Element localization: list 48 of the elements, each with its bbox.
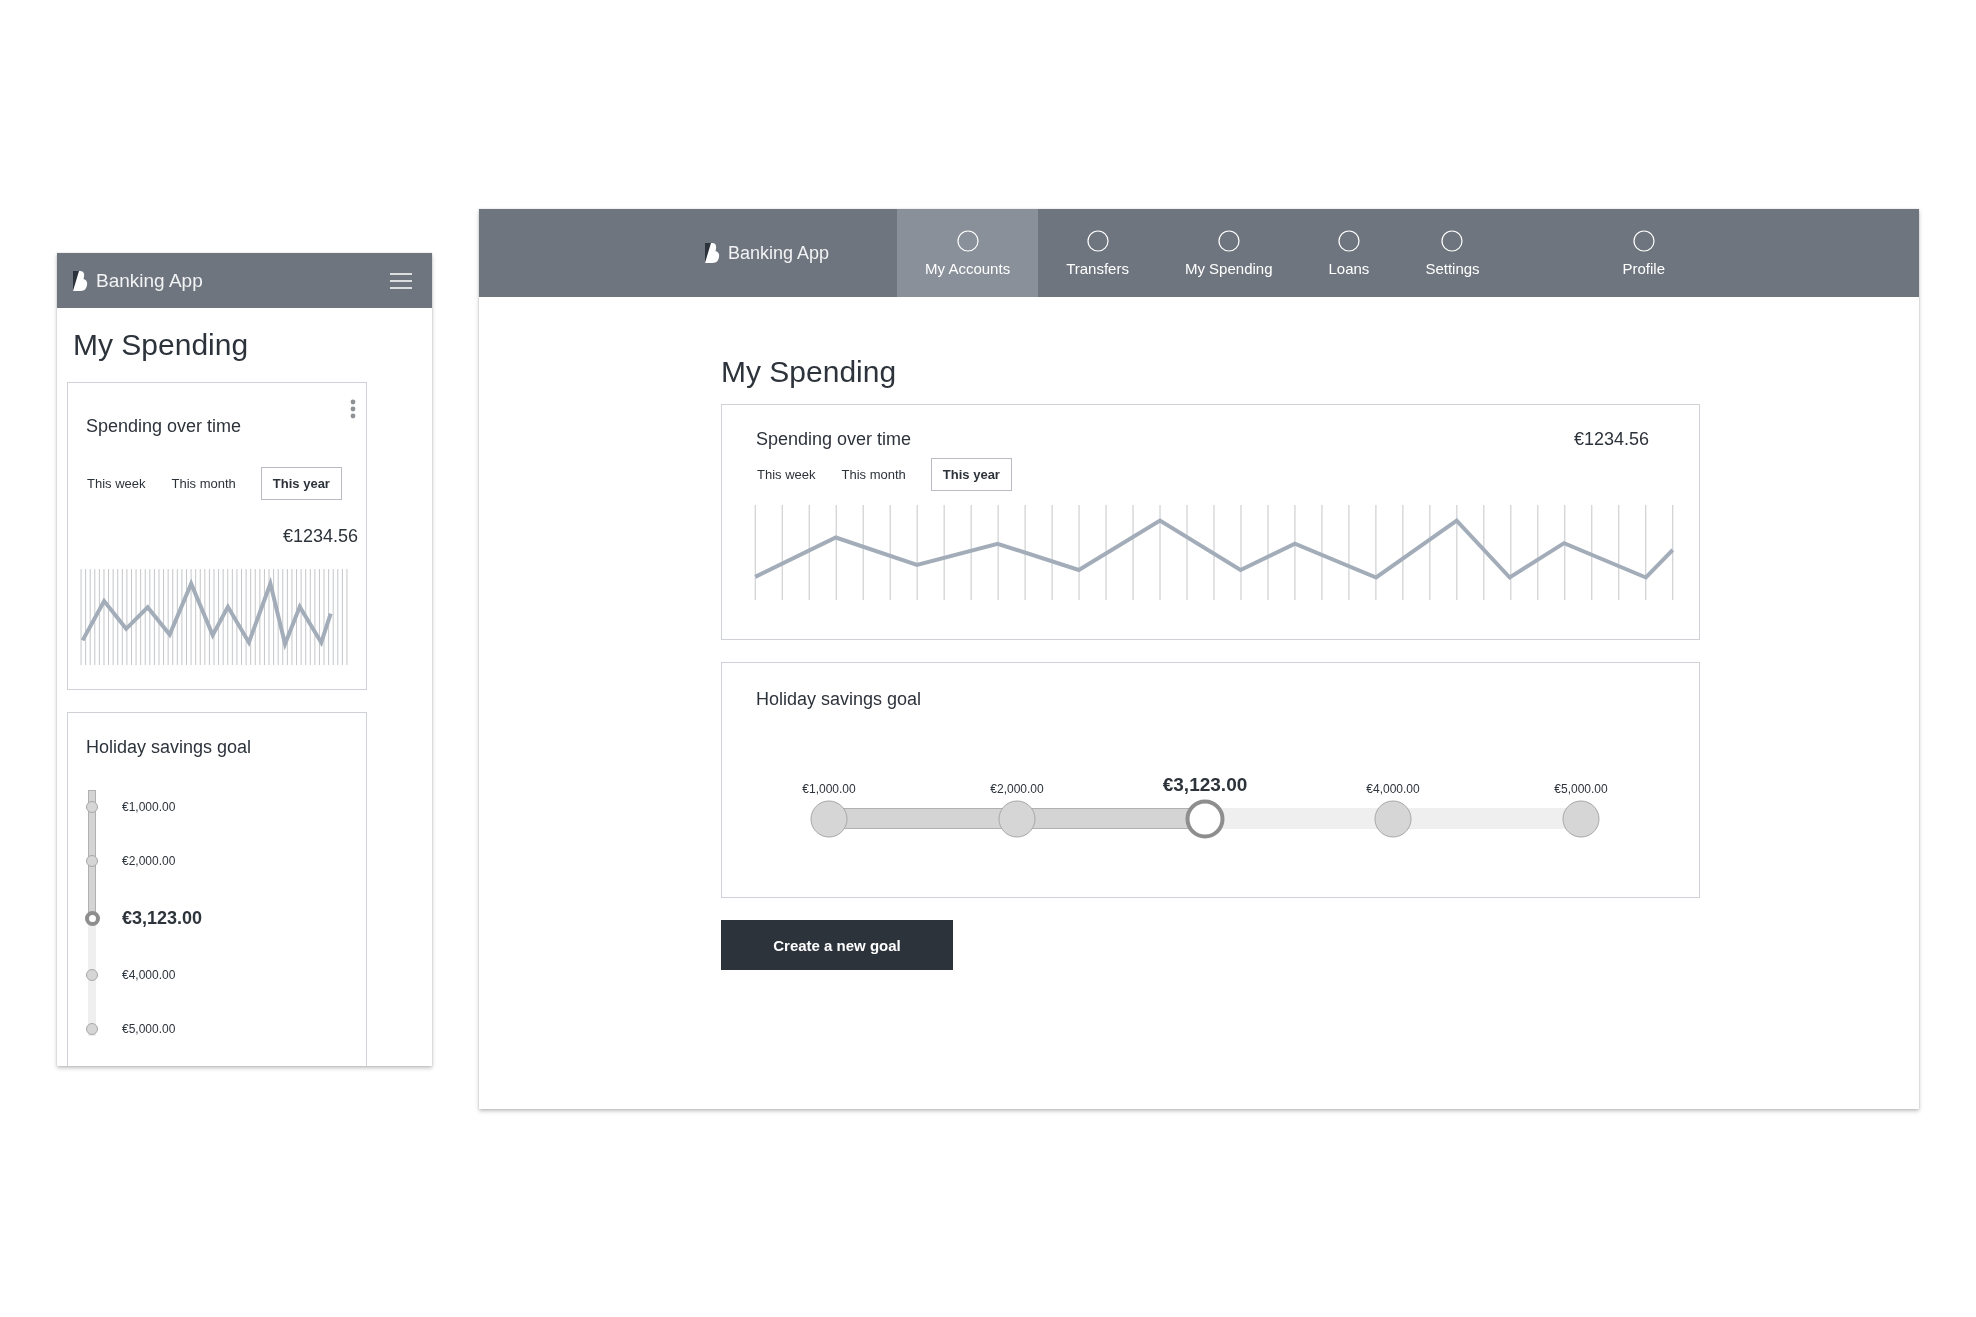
goal-amount: €2,000.00 — [122, 854, 176, 868]
slider-thumb[interactable] — [1185, 799, 1225, 838]
card-title: Spending over time — [86, 416, 243, 437]
page-title: My Spending — [73, 328, 250, 362]
circle-icon — [1441, 229, 1464, 252]
goal-amount: €1,000.00 — [122, 800, 176, 814]
nav-tab[interactable]: Settings — [1397, 209, 1508, 297]
spending-amount: €1234.56 — [1573, 429, 1649, 450]
circle-icon — [1217, 229, 1240, 252]
card-title: Holiday savings goal — [86, 737, 253, 758]
slider-thumb[interactable] — [86, 969, 98, 981]
slider-thumb[interactable] — [810, 800, 848, 837]
logo-icon — [705, 243, 720, 263]
circle-icon — [956, 229, 979, 252]
page-title: My Spending — [721, 355, 898, 389]
slider-thumb[interactable] — [86, 1023, 98, 1035]
nav-tab[interactable]: My Spending — [1156, 209, 1301, 297]
period-tab[interactable]: This year — [260, 467, 342, 500]
nav-tab[interactable]: Profile — [1594, 209, 1693, 297]
nav-tab[interactable]: Transfers — [1038, 209, 1157, 297]
slider-thumb[interactable] — [1562, 800, 1600, 837]
goal-amount: €5,000.00 — [1554, 782, 1608, 796]
goal-amount: €2,000.00 — [990, 782, 1044, 796]
goal-amount: €3,123.00 — [1162, 774, 1248, 796]
card-title: Spending over time — [756, 429, 912, 450]
goal-amount: €1,000.00 — [802, 782, 856, 796]
slider-thumb[interactable] — [86, 801, 98, 813]
slider-thumb[interactable] — [86, 855, 98, 867]
nav-tab[interactable]: Loans — [1300, 209, 1398, 297]
circle-icon — [1337, 229, 1360, 252]
create-goal-button[interactable]: Create a new goal — [721, 920, 953, 970]
slider-thumb[interactable] — [1374, 800, 1412, 837]
period-tab[interactable]: This year — [930, 458, 1012, 491]
goal-amount: €4,000.00 — [122, 968, 176, 982]
circle-icon — [1632, 229, 1655, 252]
slider-thumb[interactable] — [84, 910, 100, 926]
goal-amount: €3,123.00 — [122, 907, 203, 929]
app-name: Banking App — [728, 242, 830, 264]
logo-icon — [73, 270, 88, 291]
card-title: Holiday savings goal — [756, 689, 923, 710]
spending-amount: €1234.56 — [281, 526, 358, 547]
goal-amount: €4,000.00 — [1366, 782, 1420, 796]
more-options-icon[interactable] — [348, 397, 358, 421]
goal-amount: €5,000.00 — [122, 1022, 176, 1036]
slider-thumb[interactable] — [998, 800, 1036, 837]
menu-icon[interactable] — [390, 272, 412, 289]
circle-icon — [1086, 229, 1109, 252]
app-name: Banking App — [96, 269, 203, 292]
